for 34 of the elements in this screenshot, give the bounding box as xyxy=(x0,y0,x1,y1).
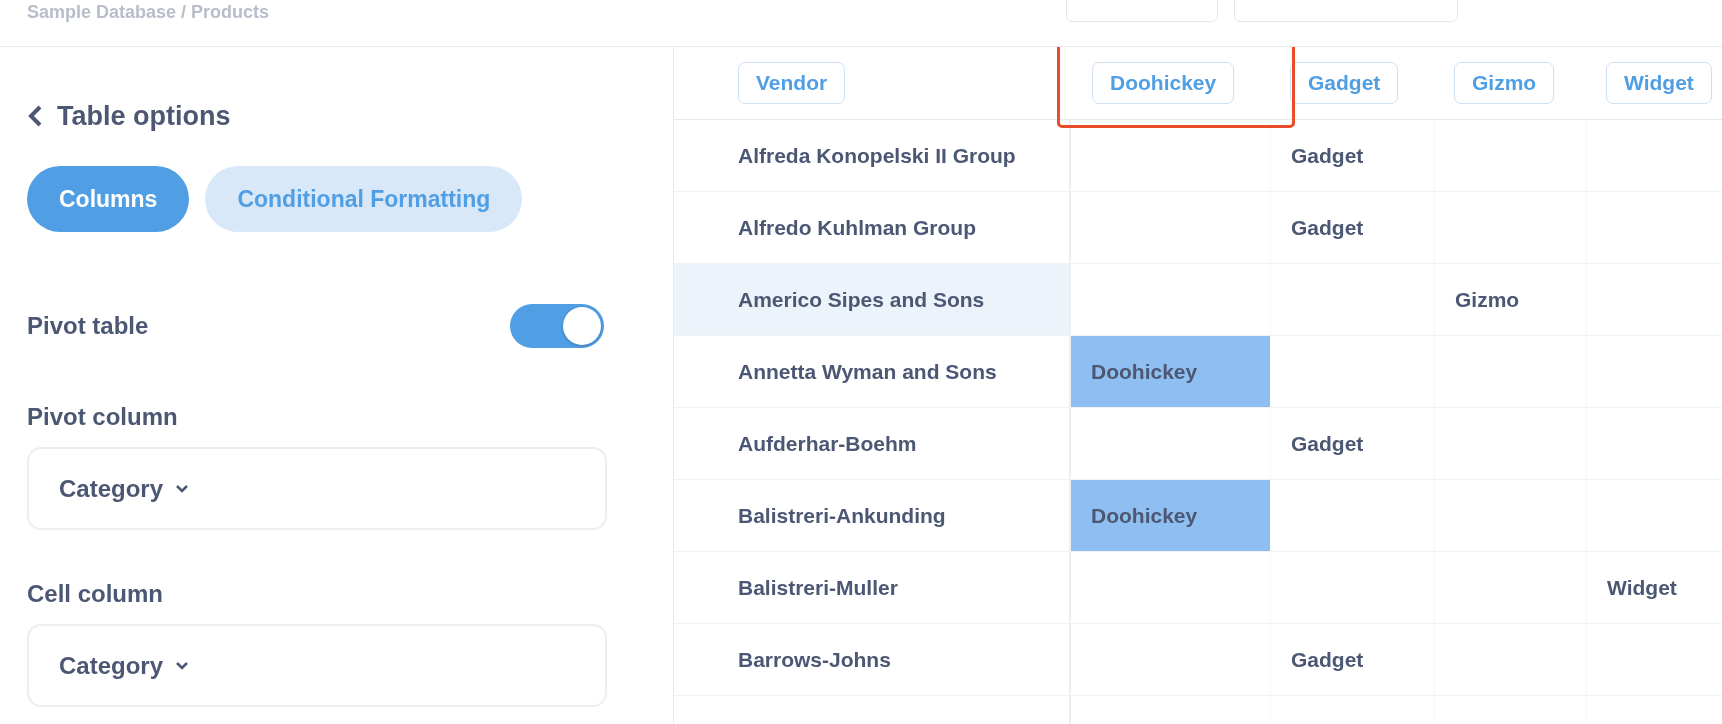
vendor-cell-text: Alfreda Konopelski II Group xyxy=(737,142,1017,169)
vendor-cell-text: Barrows-Johns xyxy=(737,646,892,673)
column-select[interactable]: Category xyxy=(27,624,607,707)
column-header[interactable]: Widget xyxy=(1606,62,1712,104)
chevron-down-icon xyxy=(175,660,190,671)
table-cell: Gadget xyxy=(1270,624,1434,695)
field-label: Cell column xyxy=(27,580,165,608)
table-cell: Doohickey xyxy=(1069,480,1270,551)
vendor-cell-text: Alfredo Kuhlman Group xyxy=(737,214,977,241)
table-cell: Gadget xyxy=(1270,408,1434,479)
setting-label: Pivot table xyxy=(27,312,149,340)
vendor-cell: Americo Sipes and Sons xyxy=(674,264,1069,335)
vendor-cell-text: Balistreri-Muller xyxy=(737,574,899,601)
table-cell: Gadget xyxy=(1270,120,1434,191)
vendor-cell-text: Aufderhar-Boehm xyxy=(737,430,918,457)
tab[interactable]: Conditional Formatting xyxy=(205,166,523,232)
toggle-switch[interactable] xyxy=(510,304,604,348)
tab[interactable]: Columns xyxy=(27,166,190,232)
panel-title: Table options xyxy=(57,100,231,132)
table-cell: Doohickey xyxy=(1069,336,1270,407)
column-header[interactable]: Vendor xyxy=(738,62,846,104)
column-select[interactable]: Category xyxy=(27,447,607,530)
column-header[interactable]: Gizmo xyxy=(1454,62,1555,104)
vendor-cell-text: Balistreri-Ankunding xyxy=(737,502,947,529)
table-cell: Widget xyxy=(1586,552,1722,623)
chevron-down-icon xyxy=(175,483,190,494)
column-header[interactable]: Gadget xyxy=(1290,62,1399,104)
column-header[interactable]: Doohickey xyxy=(1092,62,1235,104)
field-label: Pivot column xyxy=(27,403,179,431)
breadcrumb[interactable]: Sample Database / Products xyxy=(0,2,270,22)
back-chevron-icon[interactable] xyxy=(27,104,43,128)
table-cell: Gadget xyxy=(1270,192,1434,263)
vendor-cell-text: Annetta Wyman and Sons xyxy=(737,358,998,385)
table-cell: Gizmo xyxy=(1434,264,1586,335)
